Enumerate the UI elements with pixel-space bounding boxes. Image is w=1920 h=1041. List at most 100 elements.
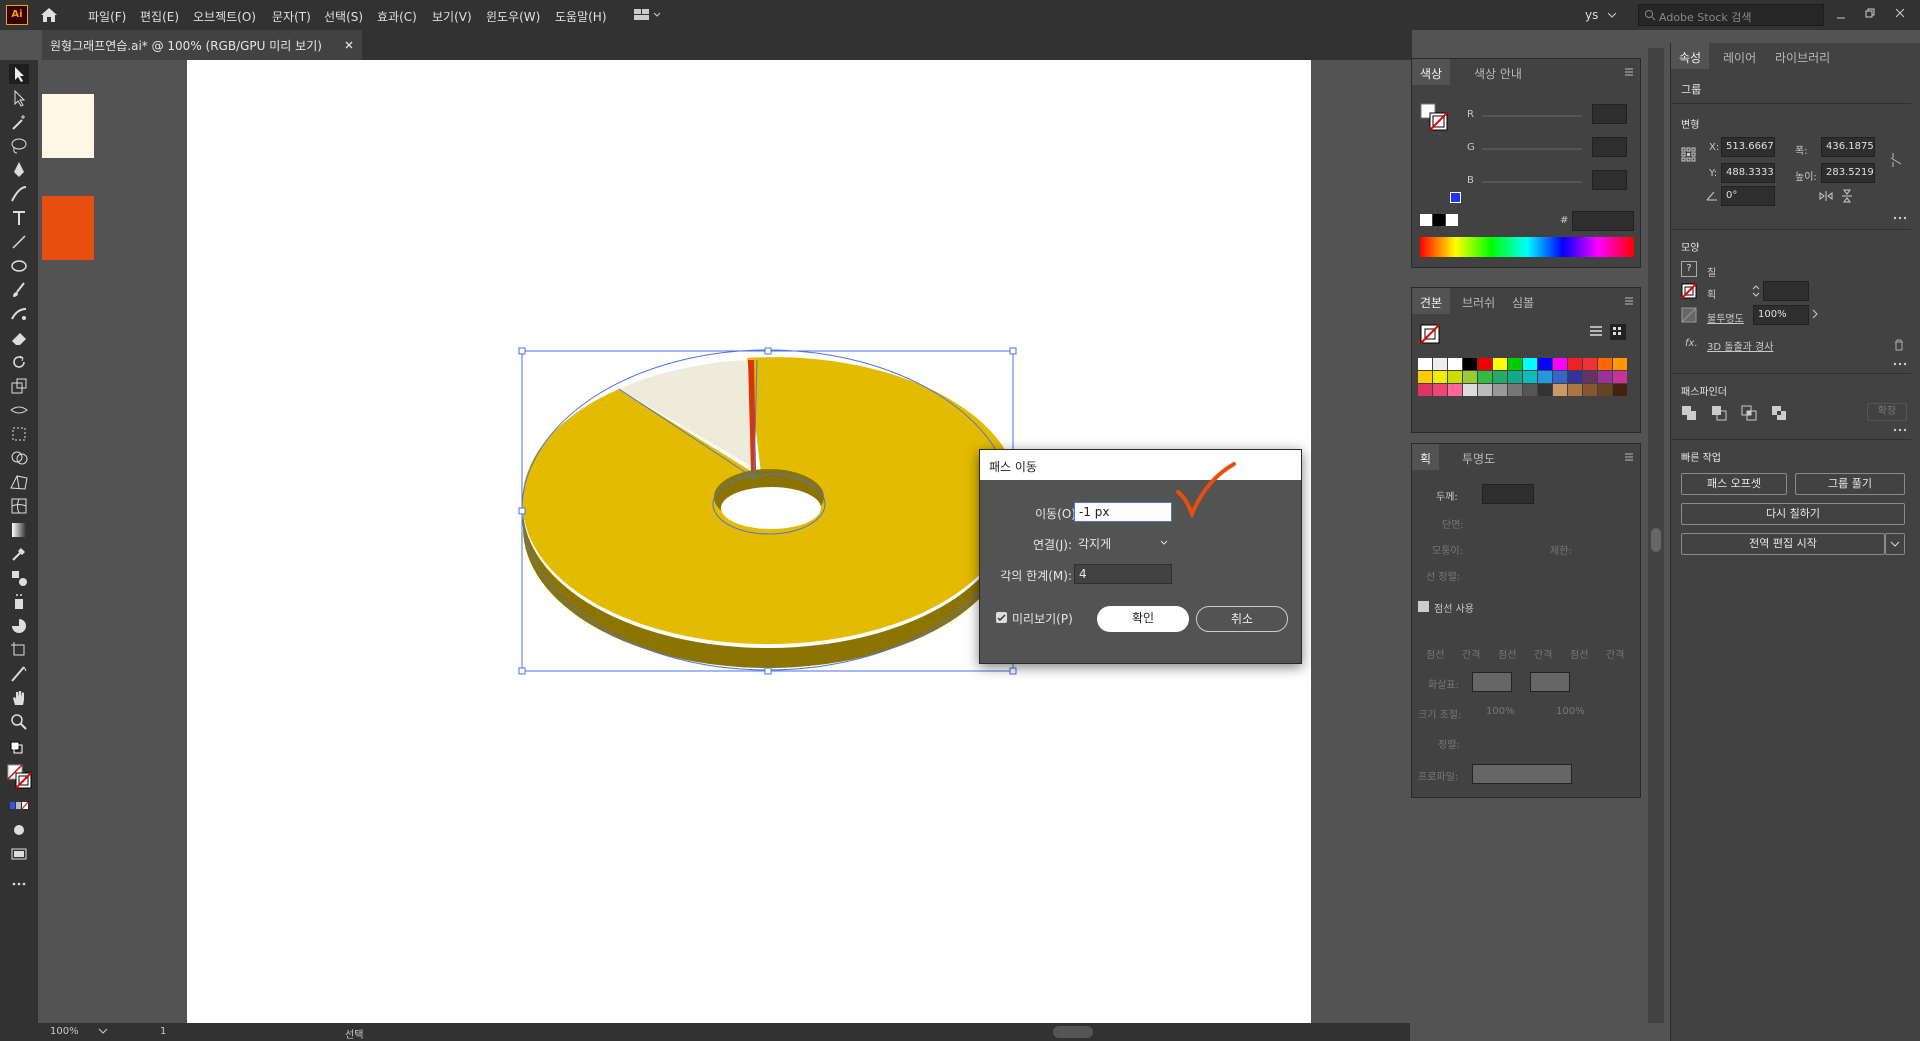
scale-tool-icon[interactable] [9,376,29,396]
cancel-button[interactable]: 취소 [1196,606,1288,632]
arrow-start-select[interactable] [1472,672,1512,692]
pen-tool-icon[interactable] [9,160,29,180]
menu-effect[interactable]: 효과(C) [377,8,417,25]
cream-color-swatch[interactable] [42,94,94,158]
joins-select[interactable]: 각지게 [1074,533,1172,553]
orange-color-swatch[interactable] [42,196,94,260]
width-input[interactable]: 436.1875 [1821,137,1875,157]
tab-libraries[interactable]: 라이브러리 [1767,43,1838,69]
black-swatch[interactable] [1433,214,1445,226]
out-of-gamut-swatch[interactable] [1450,192,1461,203]
unite-icon[interactable] [1681,405,1697,421]
panel-menu-icon[interactable] [1624,452,1634,462]
ok-button[interactable]: 확인 [1097,606,1189,632]
default-fill-stroke-icon[interactable] [9,740,29,760]
perspective-grid-tool-icon[interactable] [9,472,29,492]
slice-tool-icon[interactable] [9,664,29,684]
rotate-input[interactable]: 0° [1721,186,1775,206]
more-tools-icon[interactable] [9,874,29,894]
y-input[interactable]: 488.3333 [1721,163,1775,183]
ellipse-tool-icon[interactable] [9,256,29,276]
trash-icon[interactable] [1893,339,1905,351]
none-swatch[interactable] [1420,214,1432,226]
blend-tool-icon[interactable] [9,568,29,588]
home-icon[interactable] [38,4,60,26]
user-menu[interactable]: ys [1585,8,1598,22]
channel-g-input[interactable] [1592,137,1627,157]
stroke-none-swatch-icon[interactable] [1681,283,1697,299]
draw-mode-icon[interactable] [9,820,29,840]
shape-builder-tool-icon[interactable] [9,448,29,468]
grid-view-icon[interactable] [1610,324,1626,340]
tab-layers[interactable]: 레이어 [1715,43,1764,69]
channel-r-slider[interactable] [1482,115,1582,117]
exclude-icon[interactable] [1771,405,1787,421]
selection-tool-icon[interactable] [9,64,29,84]
rotate-tool-icon[interactable] [9,352,29,372]
width-tool-icon[interactable] [9,400,29,420]
more-options-icon[interactable] [1893,215,1907,221]
menu-window[interactable]: 윈도우(W) [486,8,540,25]
stroke-weight-field[interactable] [1763,281,1809,301]
dashed-line-checkbox[interactable] [1418,601,1429,612]
white-swatch[interactable] [1446,214,1458,226]
menu-view[interactable]: 보기(V) [432,8,472,25]
preview-label[interactable]: 미리보기(P) [1012,610,1073,627]
panel-menu-icon[interactable] [1624,296,1634,306]
zoom-tool-icon[interactable] [9,712,29,732]
fill-unknown-icon[interactable]: ? [1681,261,1697,277]
horizontal-scrollbar-thumb[interactable] [1053,1026,1093,1038]
panel-scrollbar[interactable] [1648,48,1664,1023]
more-options-icon[interactable] [1893,427,1907,433]
swatch-fill-stroke-icon[interactable] [1420,324,1440,344]
hex-input[interactable] [1572,211,1634,231]
channel-b-input[interactable] [1592,170,1627,190]
arrow-end-select[interactable] [1530,672,1570,692]
free-transform-tool-icon[interactable] [9,424,29,444]
list-view-icon[interactable] [1588,324,1604,340]
minimize-icon[interactable] [1835,9,1847,21]
tab-color[interactable]: 색상 [1412,59,1451,85]
line-tool-icon[interactable] [9,232,29,252]
tab-symbols[interactable]: 심볼 [1504,288,1542,314]
handle-top-right[interactable] [1009,347,1017,355]
symbol-sprayer-tool-icon[interactable] [9,592,29,612]
miter-limit-input[interactable]: 4 [1074,564,1172,584]
menu-object[interactable]: 오브젝트(O) [193,8,256,25]
flip-vertical-icon[interactable] [1841,189,1853,203]
zoom-level[interactable]: 100% [50,1026,79,1037]
swatch-grid[interactable] [1418,358,1627,410]
screen-mode-icon[interactable] [9,844,29,864]
constrain-proportions-icon[interactable] [1889,151,1905,169]
graph-tool-icon[interactable] [9,616,29,636]
x-input[interactable]: 513.6667 [1721,137,1775,157]
handle-top-middle[interactable] [764,347,772,355]
magic-wand-tool-icon[interactable] [9,112,29,132]
artboard-number[interactable]: 1 [160,1026,166,1037]
tab-brushes[interactable]: 브러쉬 [1454,288,1503,314]
handle-top-left[interactable] [518,347,526,355]
gradient-tool-icon[interactable] [9,520,29,540]
curvature-tool-icon[interactable] [9,184,29,204]
scrollbar-thumb[interactable] [1651,528,1661,552]
stroke-weight-input[interactable] [1482,484,1534,504]
artboard-tool-icon[interactable] [9,640,29,660]
profile-select[interactable] [1472,764,1572,784]
global-edit-options-button[interactable] [1885,533,1905,555]
opacity-input[interactable]: 100% [1753,305,1809,325]
stock-search-input[interactable]: Adobe Stock 검색 [1638,4,1824,26]
swatch-library-toolbar[interactable] [1418,420,1628,430]
paintbrush-tool-icon[interactable] [9,280,29,300]
tab-stroke[interactable]: 획 [1412,444,1440,470]
global-edit-button[interactable]: 전역 편집 시작 [1681,533,1885,555]
fill-stroke-indicator-icon[interactable] [1420,103,1450,133]
tab-document[interactable]: 원형그래프연습.ai* @ 100% (RGB/GPU 미리 보기) [42,30,362,60]
workspace-switcher-icon[interactable] [633,7,663,23]
tab-properties[interactable]: 속성 [1671,43,1710,69]
color-spectrum[interactable] [1420,237,1634,257]
lasso-tool-icon[interactable] [9,136,29,156]
tab-swatches[interactable]: 견본 [1412,288,1451,314]
channel-g-slider[interactable] [1482,148,1582,150]
hand-tool-icon[interactable] [9,688,29,708]
more-options-icon[interactable] [1893,361,1907,367]
